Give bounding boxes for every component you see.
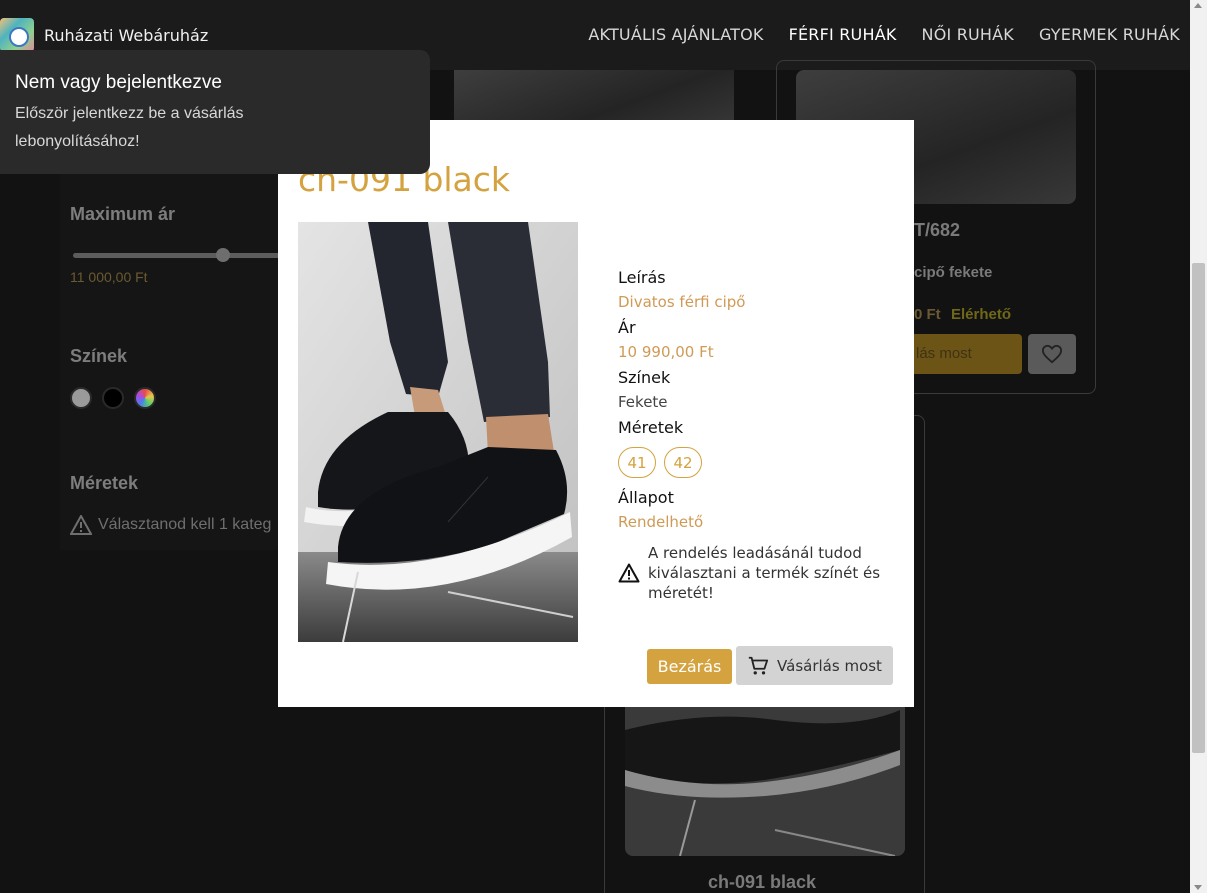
toast-title: Nem vagy bejelentkezve: [15, 72, 222, 93]
product-card-title: T/682: [914, 220, 961, 240]
max-price-value: 11 000,00 Ft: [70, 269, 148, 285]
status-value: Rendelhető: [618, 513, 704, 531]
price-slider-track[interactable]: [73, 253, 288, 258]
product-card-description: cipő fekete: [914, 264, 993, 281]
heart-icon: [1041, 344, 1063, 364]
brand-name: Ruházati Webáruház: [44, 25, 209, 45]
sizes-label: Méretek: [618, 418, 684, 437]
selection-notice: A rendelés leadásánál tudod kiválasztani…: [618, 543, 888, 603]
favorite-button[interactable]: [1028, 334, 1076, 374]
color-swatch-multicolor[interactable]: [134, 387, 156, 409]
color-swatch-gray[interactable]: [70, 387, 92, 409]
buy-now-button[interactable]: Vásárlás most: [736, 646, 893, 685]
scroll-up-arrow-icon[interactable]: [1194, 3, 1202, 8]
product-details: Leírás Divatos férfi cipő Ár 10 990,00 F…: [618, 268, 888, 603]
color-value: Fekete: [618, 393, 668, 411]
max-price-label: Maximum ár: [70, 204, 176, 224]
product-card-title: ch-091 black: [708, 872, 817, 892]
cart-icon: [748, 656, 769, 675]
size-chip[interactable]: 41: [618, 447, 656, 478]
description-value: Divatos férfi cipő: [618, 293, 746, 311]
sizes-warning: Választanod kell 1 kateg: [70, 515, 271, 535]
product-card-price: 0 Ft: [914, 306, 941, 323]
nav-ferfi-ruhak[interactable]: FÉRFI RUHÁK: [789, 25, 897, 44]
size-chip[interactable]: 42: [664, 447, 702, 478]
shoe-photo: [298, 222, 578, 642]
nav-aktualis-ajanlatok[interactable]: AKTUÁLIS AJÁNLATOK: [588, 25, 763, 44]
warning-icon: [618, 563, 640, 583]
color-swatch-black[interactable]: [102, 387, 124, 409]
logo-icon: [0, 18, 34, 52]
product-card-status: Elérhető: [951, 306, 1012, 323]
sizes-warning-text: Választanod kell 1 kateg: [98, 516, 272, 533]
main-nav: AKTUÁLIS AJÁNLATOK FÉRFI RUHÁK NŐI RUHÁK…: [588, 25, 1180, 44]
close-button[interactable]: Bezárás: [647, 649, 732, 684]
description-label: Leírás: [618, 268, 666, 287]
nav-noi-ruhak[interactable]: NŐI RUHÁK: [922, 25, 1014, 44]
scrollbar[interactable]: [1190, 0, 1207, 893]
buy-now-label: Vásárlás most: [777, 656, 882, 675]
price-label: Ár: [618, 318, 636, 337]
colors-filter-label: Színek: [70, 346, 128, 366]
scroll-down-arrow-icon[interactable]: [1194, 885, 1202, 890]
toast-body: Először jelentkezz be a vásárlás lebonyo…: [15, 105, 244, 150]
product-details-modal: ch-091 black Leírás Divatos férfi cipő Á…: [278, 120, 914, 707]
product-card-image[interactable]: [625, 690, 905, 856]
scroll-thumb[interactable]: [1192, 263, 1205, 753]
shoe-photo: [625, 690, 905, 856]
status-label: Állapot: [618, 488, 674, 507]
notice-text: A rendelés leadásánál tudod kiválasztani…: [648, 544, 881, 602]
product-card-buy-button[interactable]: lás most: [906, 334, 1022, 374]
price-value: 10 990,00 Ft: [618, 343, 714, 361]
colors-label: Színek: [618, 368, 671, 387]
price-slider-thumb[interactable]: [216, 248, 230, 262]
warning-icon: [70, 515, 92, 535]
login-required-toast: Nem vagy bejelentkezve Először jelentkez…: [0, 50, 430, 174]
product-image: [298, 222, 578, 642]
size-list: 41 42: [618, 447, 888, 478]
brand[interactable]: Ruházati Webáruház: [0, 18, 208, 52]
nav-gyermek-ruhak[interactable]: GYERMEK RUHÁK: [1039, 25, 1180, 44]
sizes-filter-label: Méretek: [70, 473, 139, 493]
